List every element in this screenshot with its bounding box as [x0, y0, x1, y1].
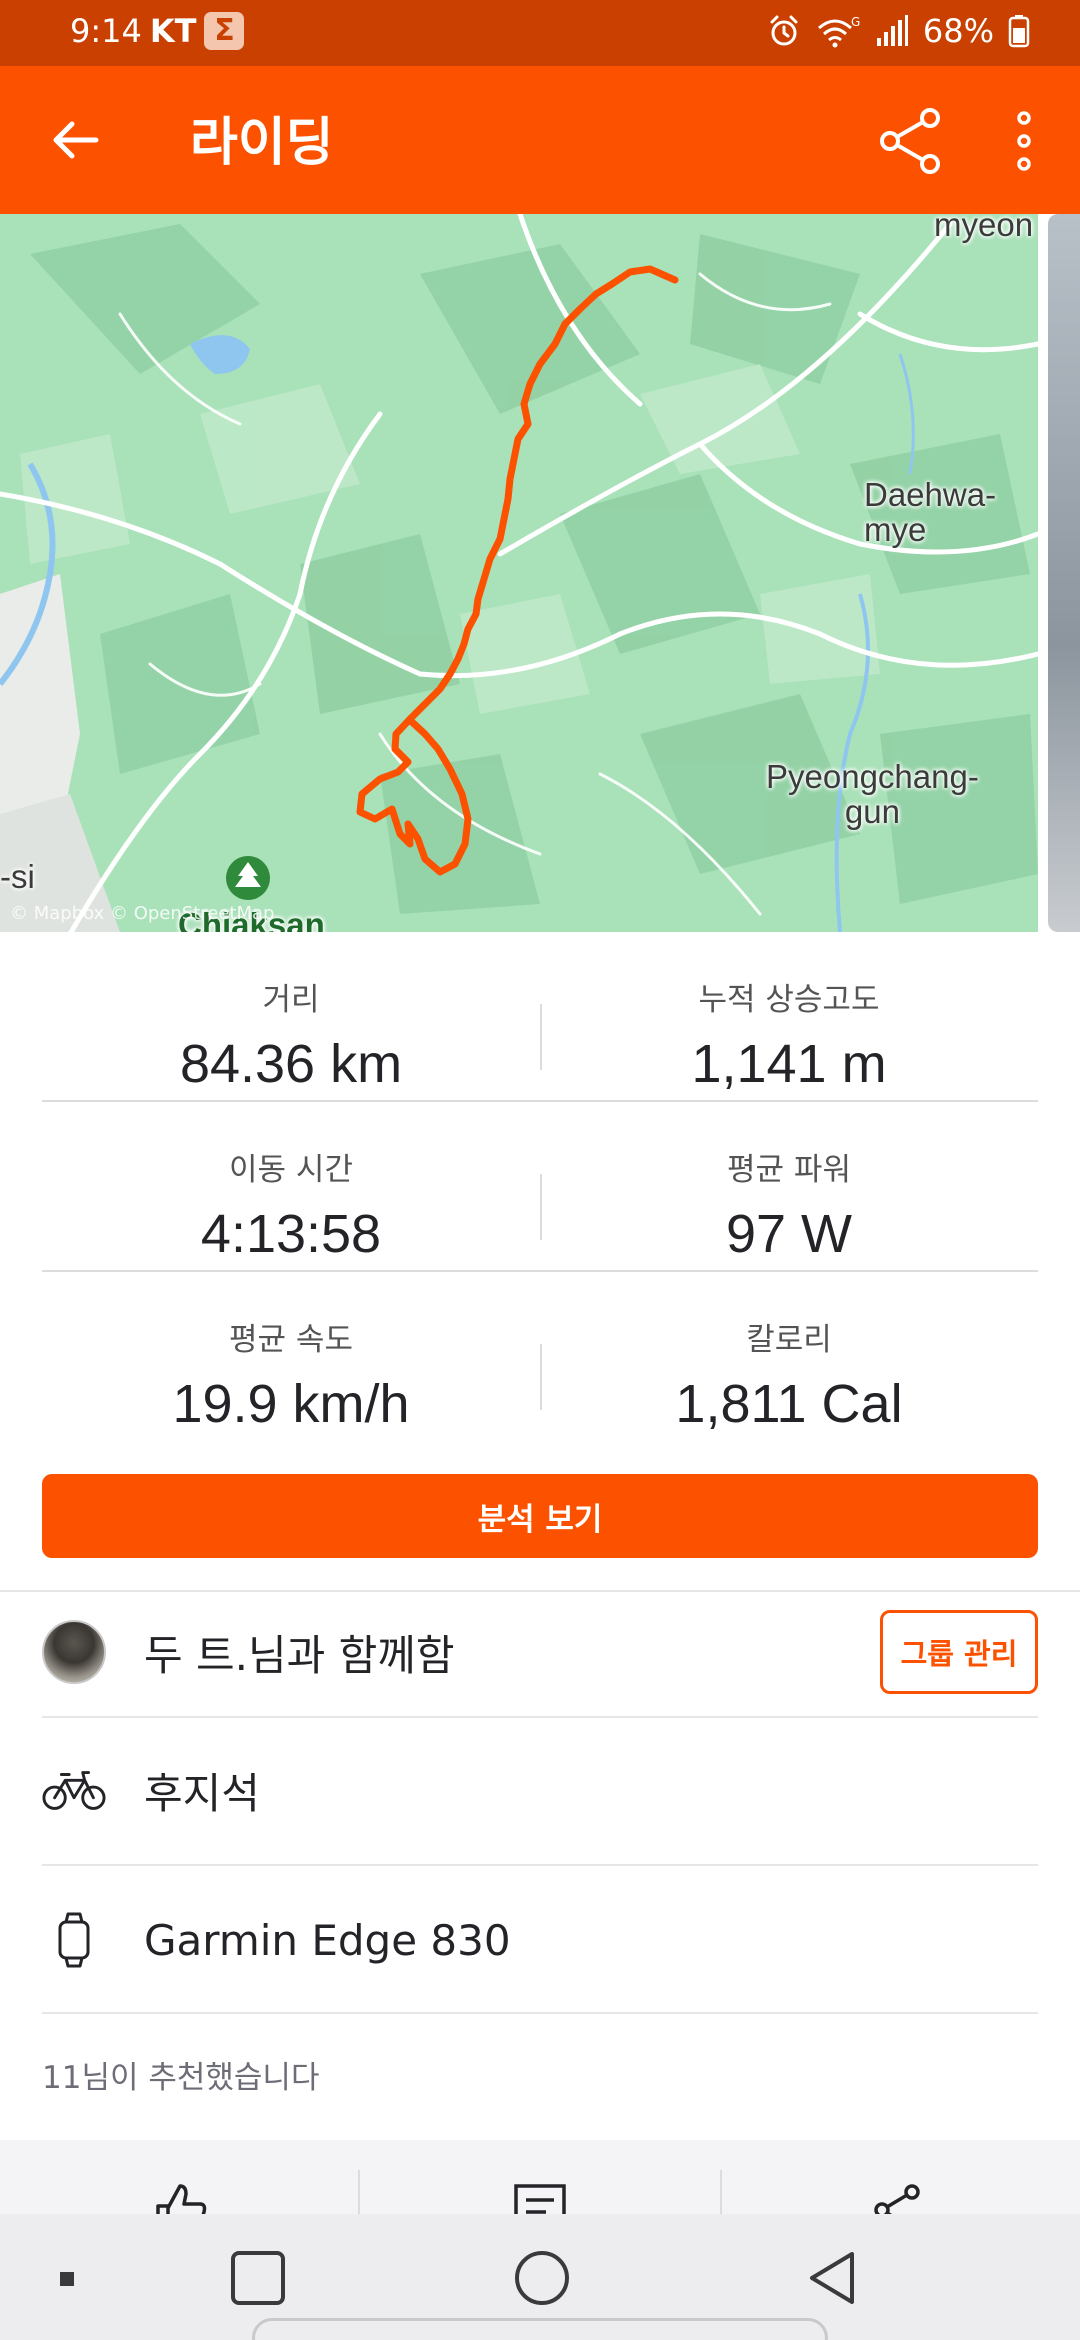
stats-row: 평균 속도 19.9 km/h 칼로리 1,811 Cal [42, 1272, 1038, 1442]
divider [42, 1716, 1038, 1718]
battery-percent: 68% [922, 12, 994, 50]
status-bar: 9:14 KT Σ G 68% [0, 0, 1080, 66]
dot-icon [60, 2272, 74, 2286]
stat-value: 1,141 m [691, 1034, 887, 1094]
status-right: G 68% [767, 12, 1030, 50]
stat-label: 누적 상승고도 [698, 982, 880, 1018]
stat-value: 4:13:58 [200, 1204, 382, 1264]
share-activity-button[interactable] [868, 2180, 928, 2214]
watch-icon [42, 1908, 106, 1972]
stat-label: 칼로리 [746, 1322, 832, 1358]
stat-divider [540, 1004, 542, 1070]
share-button[interactable] [872, 102, 950, 180]
sigma-icon: Σ [204, 12, 245, 50]
kudos-button[interactable] [150, 2180, 210, 2214]
map-label-daehwa: Daehwa-mye [864, 476, 997, 548]
group-text: 두 트.님과 함께함 [144, 1630, 455, 1680]
stat-divider [540, 1344, 542, 1410]
stat-distance: 거리 84.36 km [42, 932, 540, 1100]
divider [0, 1590, 1080, 1592]
stat-value: 84.36 km [179, 1034, 403, 1094]
route-map[interactable]: myeon Daehwa-mye Pyeongchang- gun Chiaks… [0, 214, 1038, 932]
status-carrier: KT [149, 12, 197, 50]
map-attribution: © Mapbox © OpenStreetMap [10, 903, 275, 924]
avatar[interactable] [42, 1620, 106, 1684]
action-divider [358, 2170, 360, 2214]
stat-divider [540, 1174, 542, 1240]
status-time: 9:14 [70, 12, 142, 50]
more-vert-icon [1017, 111, 1031, 171]
svg-text:G: G [851, 15, 860, 29]
stat-avg-speed: 평균 속도 19.9 km/h [42, 1272, 540, 1442]
nav-dot-button[interactable] [34, 2246, 98, 2310]
map-label-myeon: myeon [934, 214, 1034, 243]
battery-icon [1008, 15, 1030, 48]
kudos-text[interactable]: 11님이 추천했습니다 [42, 2052, 319, 2097]
signal-icon [876, 15, 908, 46]
app-bar: 라이딩 [0, 66, 1080, 214]
manage-group-button[interactable]: 그룹 관리 [880, 1610, 1038, 1694]
action-divider [720, 2170, 722, 2214]
bike-row[interactable]: 후지석 [42, 1754, 1038, 1826]
device-name: Garmin Edge 830 [144, 1915, 511, 1965]
alarm-icon [770, 15, 798, 46]
stats-row: 이동 시간 4:13:58 평균 파워 97 W [42, 1102, 1038, 1272]
stat-value: 1,811 Cal [675, 1374, 903, 1434]
group-row[interactable]: 두 트.님과 함께함 그룹 관리 [42, 1610, 1038, 1694]
page-title: 라이딩 [190, 113, 334, 173]
divider [42, 1864, 1038, 1866]
home-button[interactable] [510, 2246, 574, 2310]
thumbs-up-icon [156, 2184, 207, 2214]
stat-avg-power: 평균 파워 97 W [540, 1102, 1038, 1270]
stat-value: 97 W [725, 1204, 853, 1264]
divider [42, 2012, 1038, 2014]
bike-name: 후지석 [144, 1768, 260, 1818]
status-left: 9:14 KT Σ [70, 12, 245, 50]
stats-grid: 거리 84.36 km 누적 상승고도 1,141 m 이동 시간 4:13:5… [42, 932, 1038, 1442]
share-icon [874, 2184, 920, 2214]
stat-label: 거리 [262, 982, 320, 1018]
back-nav-button[interactable] [800, 2246, 864, 2310]
stat-moving-time: 이동 시간 4:13:58 [42, 1102, 540, 1270]
share-icon [880, 108, 940, 174]
back-button[interactable] [40, 104, 112, 176]
back-icon [810, 2252, 854, 2304]
stat-value: 19.9 km/h [172, 1374, 410, 1434]
stat-label: 평균 파워 [727, 1152, 851, 1188]
stat-elevation: 누적 상승고도 1,141 m [540, 932, 1038, 1100]
recents-button[interactable] [226, 2246, 290, 2310]
back-arrow-icon [53, 121, 99, 159]
recents-icon [231, 2251, 285, 2305]
stat-label: 이동 시간 [229, 1152, 353, 1188]
device-row[interactable]: Garmin Edge 830 [42, 1904, 1038, 1976]
home-icon [515, 2251, 569, 2305]
bicycle-icon [42, 1758, 106, 1822]
comment-icon [514, 2184, 566, 2214]
wifi-5g-icon: G [817, 15, 860, 48]
map-label-si: -si [0, 858, 35, 895]
comment-button[interactable] [510, 2180, 570, 2214]
stat-calories: 칼로리 1,811 Cal [540, 1272, 1038, 1442]
map-label-pyeongchang: Pyeongchang- gun [766, 758, 979, 830]
action-bar [0, 2140, 1080, 2214]
photo-thumbnail[interactable] [1048, 214, 1080, 932]
stat-label: 평균 속도 [229, 1322, 353, 1358]
more-button[interactable] [1000, 102, 1048, 180]
analysis-button[interactable]: 분석 보기 [42, 1474, 1038, 1558]
gesture-handle[interactable] [252, 2318, 828, 2340]
stats-row: 거리 84.36 km 누적 상승고도 1,141 m [42, 932, 1038, 1102]
